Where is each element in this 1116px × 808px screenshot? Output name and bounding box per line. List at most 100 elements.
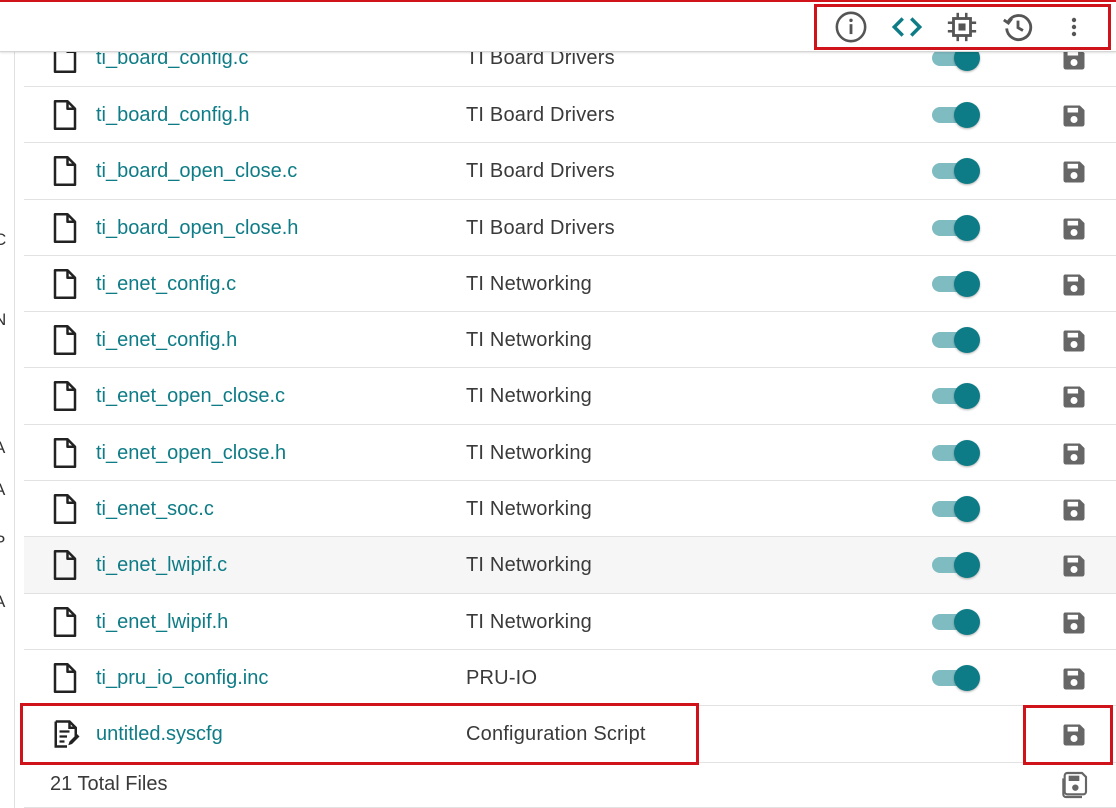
file-row[interactable]: ti_enet_config.c TI Networking [24,256,1116,313]
info-button[interactable] [831,7,871,47]
code-view-button[interactable] [887,7,927,47]
save-file-icon[interactable] [1060,609,1088,637]
file-name-link[interactable]: ti_enet_open_close.c [96,368,285,424]
file-icon [52,606,78,637]
toggle-thumb [954,664,980,691]
include-file-toggle[interactable] [930,496,980,523]
file-name-link[interactable]: ti_pru_io_config.inc [96,650,268,706]
toggle-thumb [954,158,980,185]
file-name-link[interactable]: ti_board_open_close.c [96,143,297,199]
file-category: TI Networking [466,272,592,295]
toggle-thumb [954,608,980,635]
toggle-thumb [954,552,980,579]
history-icon [1003,14,1033,41]
file-icon [52,212,78,243]
save-file-icon[interactable] [1060,215,1088,243]
file-icon [52,156,78,187]
file-row[interactable]: ti_board_config.h TI Board Drivers [24,87,1116,144]
save-file-icon[interactable] [1060,665,1088,693]
include-file-toggle[interactable] [930,383,980,410]
file-row[interactable]: ti_enet_open_close.c TI Networking [24,368,1116,425]
include-file-toggle[interactable] [930,102,980,128]
save-file-icon[interactable] [1060,102,1088,130]
file-category: TI Networking [466,441,592,464]
file-name-link[interactable]: ti_enet_config.h [96,312,237,368]
file-name-link[interactable]: ti_enet_lwipif.h [96,594,228,650]
generated-files-list: ti_board_config.c TI Board Drivers ti_boar… [24,30,1116,763]
clipped-panel-fragment: N [0,310,6,330]
file-row[interactable]: untitled.syscfg Configuration Script [24,706,1116,763]
file-row[interactable]: ti_enet_open_close.h TI Networking [24,425,1116,482]
file-category: TI Networking [466,610,592,633]
clipped-panel-fragment: A [0,438,5,458]
total-files-count: 21 Total Files [50,773,168,795]
save-file-icon[interactable] [1060,383,1088,411]
file-row[interactable]: ti_board_open_close.h TI Board Drivers [24,200,1116,256]
include-file-toggle[interactable] [930,608,980,635]
info-icon [835,11,867,43]
toggle-thumb [954,270,980,297]
clipped-panel-fragment: A [0,480,5,500]
clipped-panel-fragment: A [0,592,5,612]
file-category: TI Board Drivers [466,216,615,239]
toggle-thumb [954,496,980,523]
file-name-link[interactable]: ti_enet_config.c [96,256,236,312]
file-row[interactable]: ti_enet_config.h TI Networking [24,312,1116,369]
clipped-panel-fragment: C [0,230,6,250]
file-name-link[interactable]: untitled.syscfg [96,706,223,762]
include-file-toggle[interactable] [930,270,980,297]
file-name-link[interactable]: ti_board_open_close.h [96,200,298,256]
include-file-toggle[interactable] [930,214,980,241]
toggle-thumb [954,383,980,410]
file-row[interactable]: ti_enet_lwipif.c TI Networking [24,537,1116,594]
file-name-link[interactable]: ti_board_config.h [96,87,249,143]
save-file-icon[interactable] [1060,271,1088,299]
history-button[interactable] [998,7,1038,47]
save-file-icon[interactable] [1060,440,1088,468]
file-icon [52,437,78,468]
file-icon [52,550,78,581]
left-panel-edge: C/N[[AAPA [0,52,15,808]
file-category: TI Networking [466,554,592,577]
file-icon [52,662,78,693]
toggle-thumb [954,102,980,128]
include-file-toggle[interactable] [930,327,980,354]
save-all-icon[interactable] [1058,769,1090,801]
save-file-icon[interactable] [1060,721,1088,749]
file-icon [52,268,78,299]
file-category: TI Board Drivers [466,160,615,183]
include-file-toggle[interactable] [930,664,980,691]
chip-icon [948,12,977,42]
file-name-link[interactable]: ti_enet_open_close.h [96,425,286,481]
top-toolbar [0,0,1116,52]
file-category: PRU-IO [466,666,538,689]
file-name-link[interactable]: ti_enet_soc.c [96,481,214,537]
save-file-icon[interactable] [1060,158,1088,186]
file-row[interactable]: ti_enet_soc.c TI Networking [24,481,1116,538]
save-file-icon[interactable] [1060,552,1088,580]
save-file-icon[interactable] [1060,327,1088,355]
include-file-toggle[interactable] [930,439,980,466]
file-category: TI Networking [466,329,592,352]
save-file-icon[interactable] [1060,496,1088,524]
script-file-icon [52,719,80,749]
toggle-thumb [954,439,980,466]
file-icon [52,325,78,356]
device-view-button[interactable] [942,7,982,47]
file-category: TI Board Drivers [466,104,615,126]
file-icon [52,100,78,130]
files-footer: 21 Total Files [24,764,1116,808]
include-file-toggle[interactable] [930,552,980,579]
more-vert-icon [1071,17,1077,37]
file-row[interactable]: ti_board_open_close.c TI Board Drivers [24,143,1116,200]
toggle-thumb [954,214,980,241]
toolbar-highlight-box [814,4,1111,50]
file-category: Configuration Script [466,723,646,746]
file-name-link[interactable]: ti_enet_lwipif.c [96,537,227,593]
file-row[interactable]: ti_pru_io_config.inc PRU-IO [24,650,1116,707]
file-row[interactable]: ti_enet_lwipif.h TI Networking [24,594,1116,650]
include-file-toggle[interactable] [930,158,980,185]
file-category: TI Networking [466,385,592,408]
toggle-thumb [954,327,980,354]
more-options-button[interactable] [1054,7,1094,47]
